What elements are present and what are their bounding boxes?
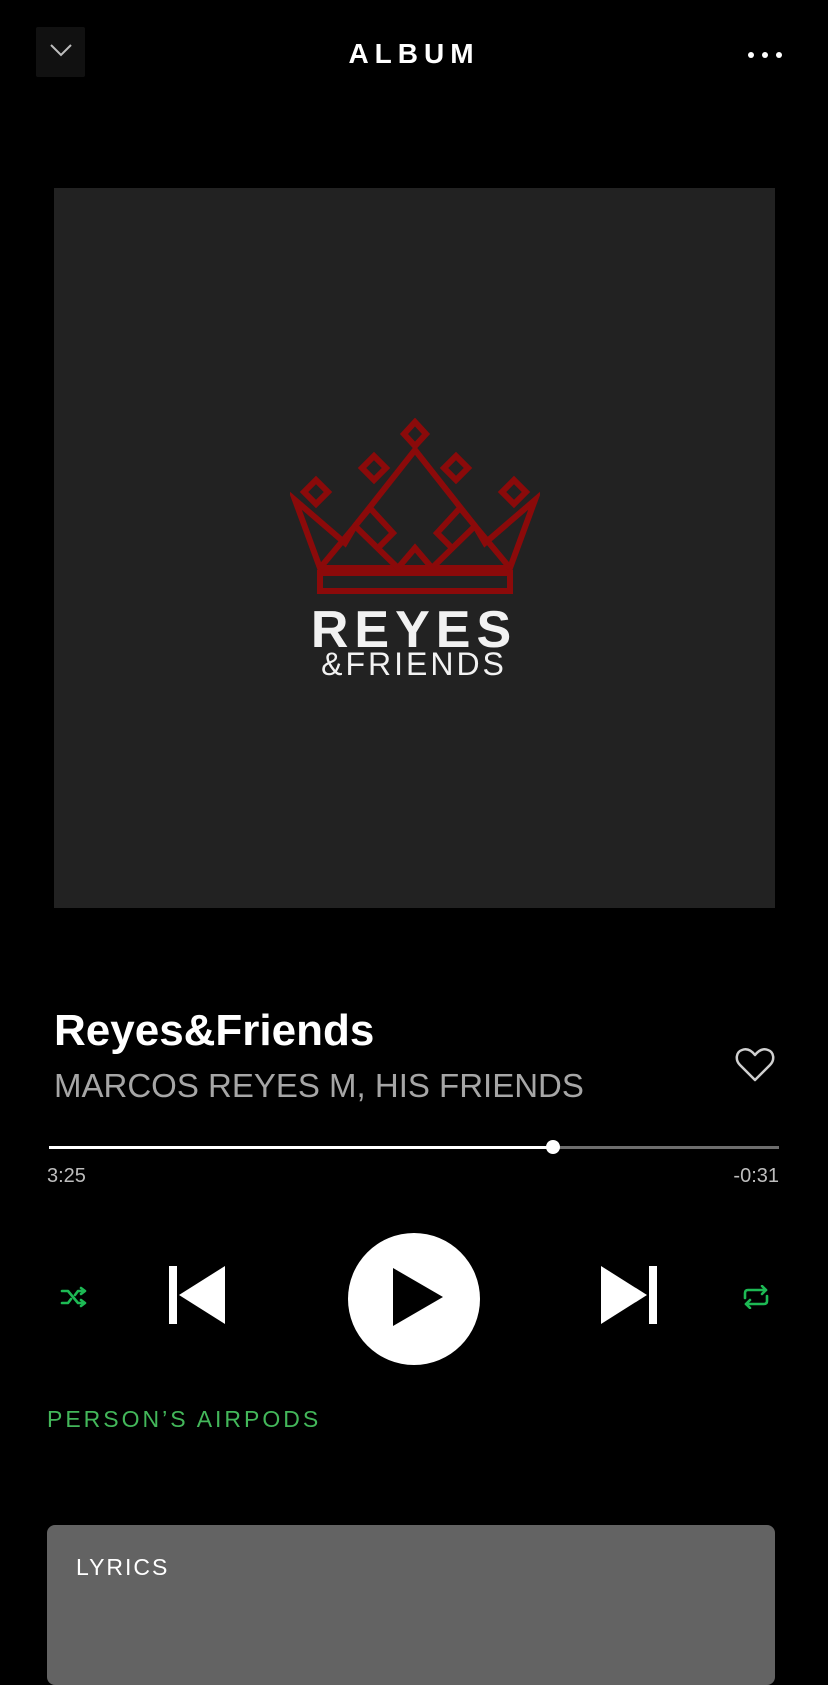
lyrics-title: LYRICS (76, 1554, 170, 1580)
album-logo-subtitle: &FRIENDS (321, 646, 507, 682)
heart-outline-icon (735, 1047, 775, 1088)
time-remaining: -0:31 (733, 1165, 779, 1187)
play-button[interactable] (348, 1233, 480, 1365)
time-elapsed: 3:25 (47, 1165, 86, 1187)
previous-button[interactable] (166, 1264, 228, 1330)
crown-icon (288, 417, 542, 603)
progress-thumb[interactable] (545, 1140, 560, 1154)
progress-bar[interactable] (49, 1140, 779, 1154)
track-title: Reyes&Friends (54, 1006, 375, 1055)
progress-fill (49, 1146, 553, 1149)
skip-previous-icon (169, 1265, 225, 1330)
play-icon (393, 1267, 443, 1331)
connected-device-label[interactable]: PERSON’S AIRPODS (47, 1406, 321, 1433)
repeat-button[interactable] (736, 1278, 776, 1320)
repeat-icon (742, 1284, 770, 1314)
shuffle-button[interactable] (55, 1278, 93, 1320)
skip-next-icon (601, 1265, 657, 1330)
track-artist[interactable]: MARCOS REYES M, HIS FRIENDS (54, 1067, 584, 1105)
shuffle-icon (60, 1286, 88, 1313)
next-button[interactable] (598, 1264, 660, 1330)
more-options-button[interactable] (742, 40, 788, 70)
more-horizontal-icon (747, 46, 783, 64)
lyrics-card[interactable]: LYRICS (47, 1525, 775, 1685)
page-title: ALBUM (348, 38, 480, 69)
like-button[interactable] (733, 1045, 777, 1089)
